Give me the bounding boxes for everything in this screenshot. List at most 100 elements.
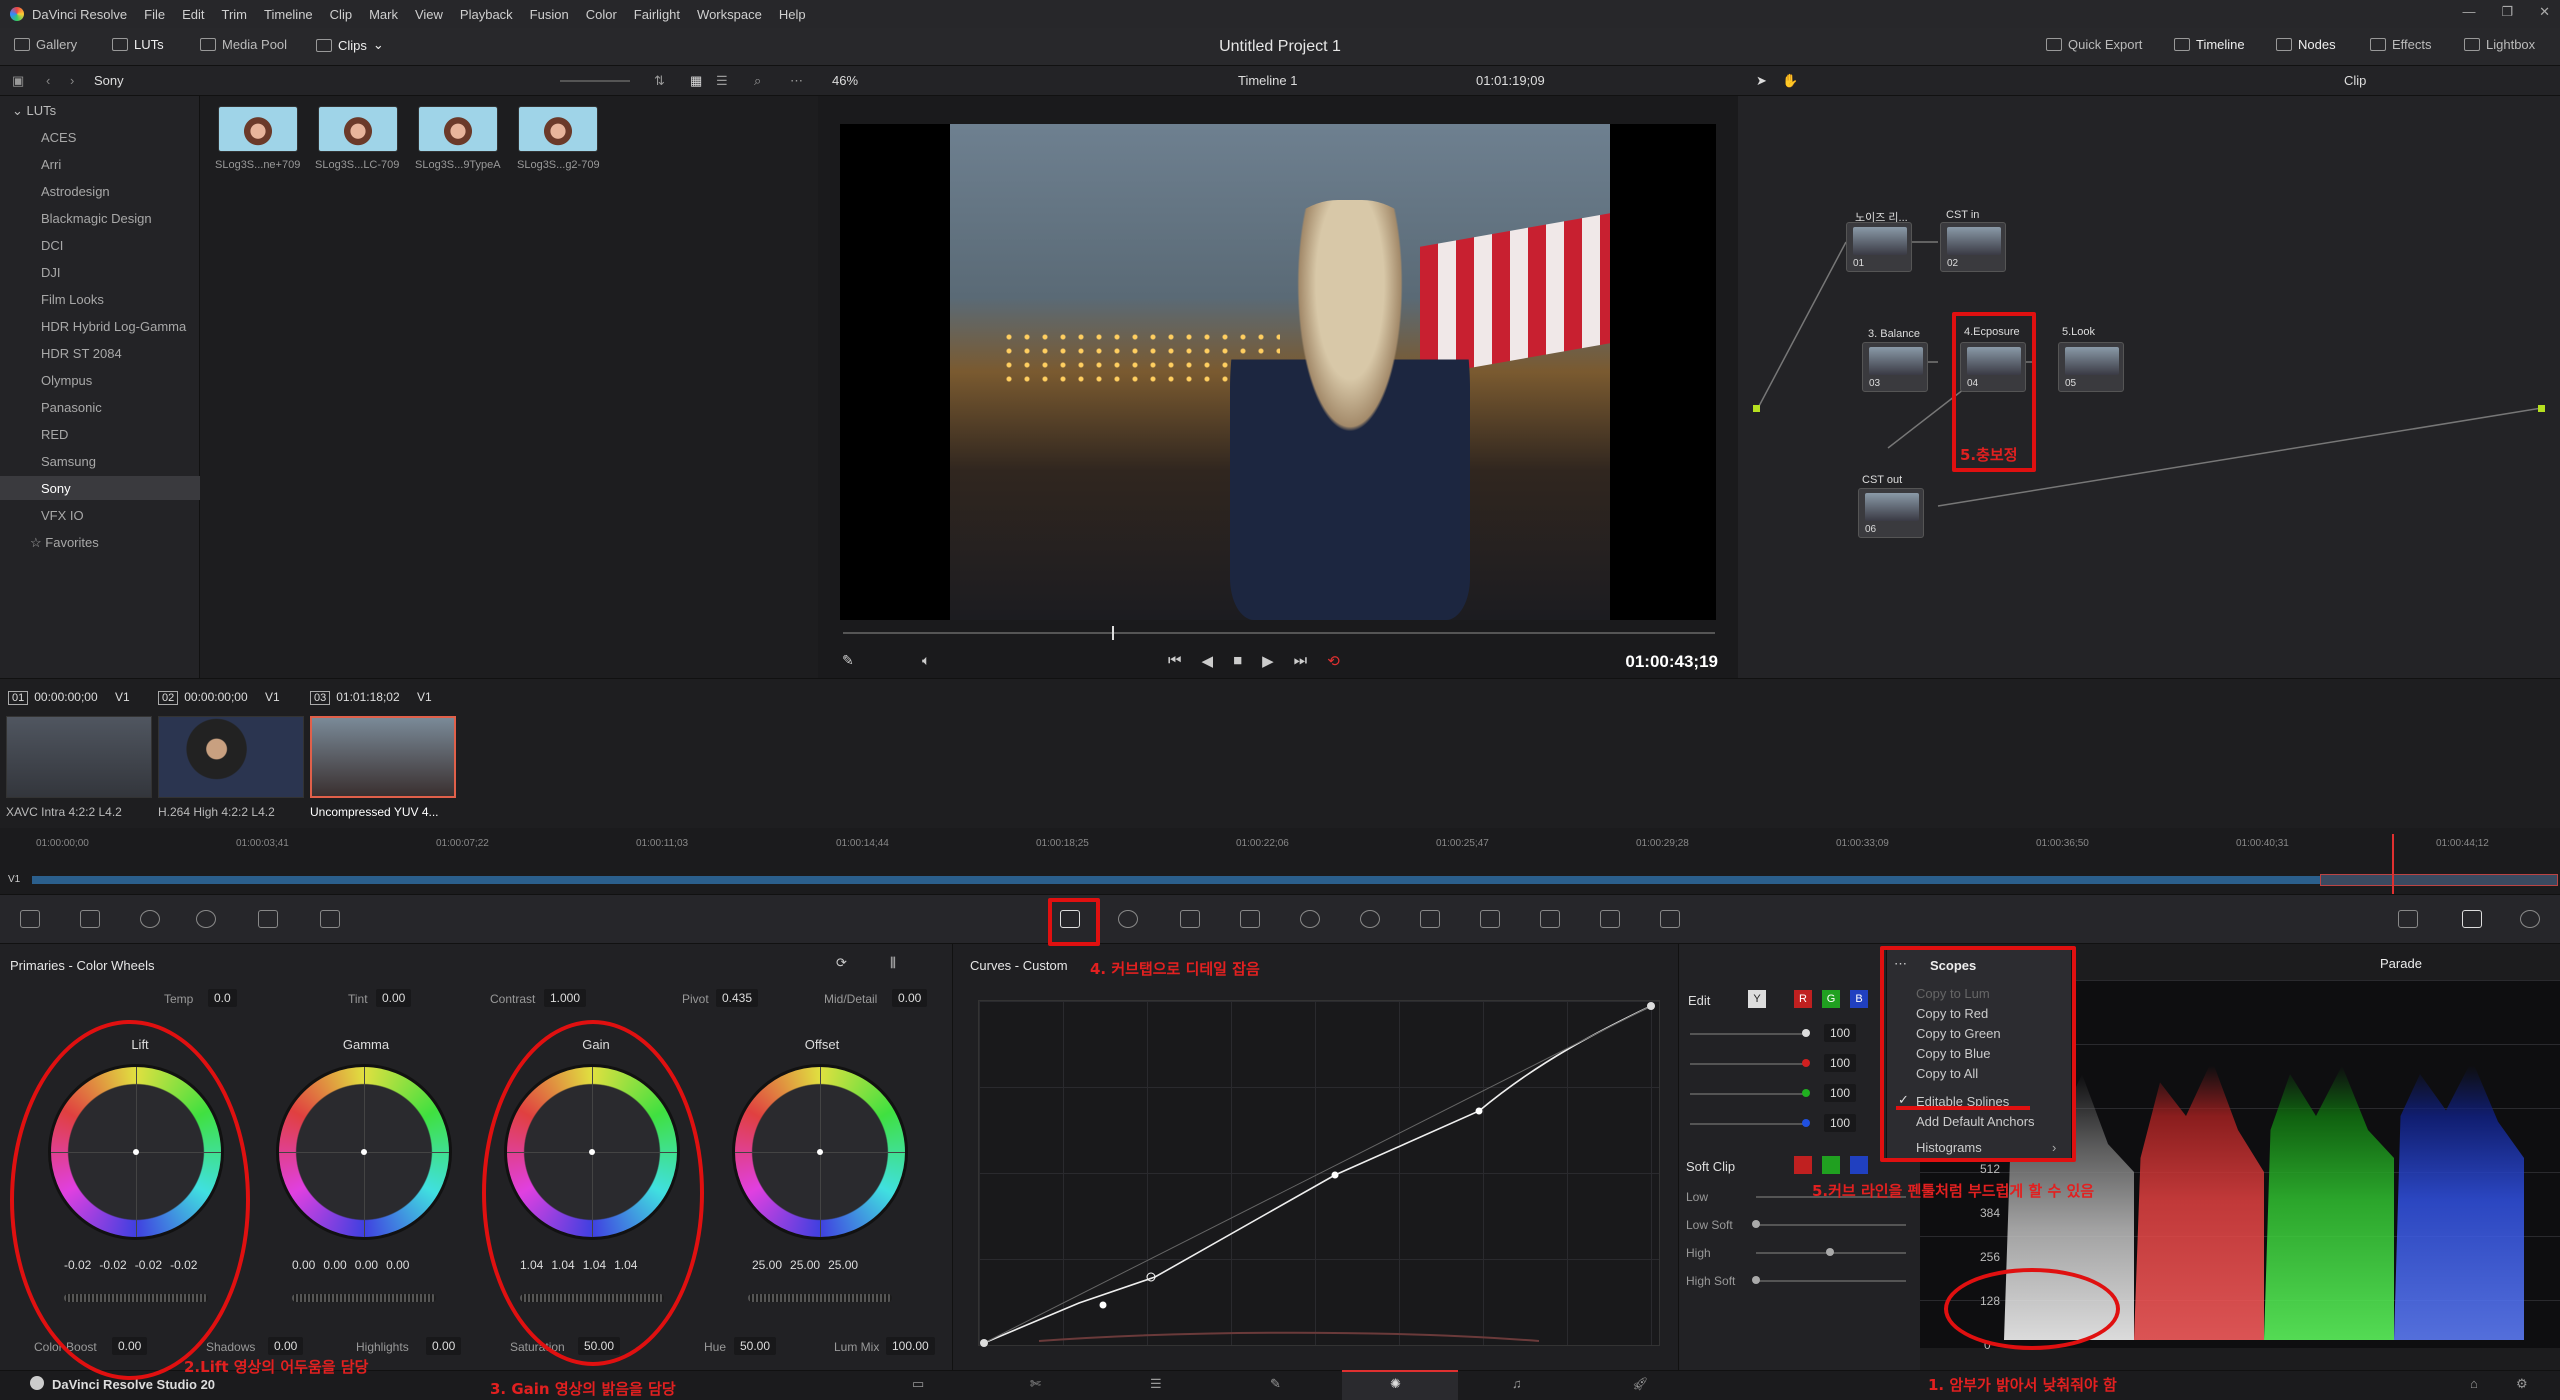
node-01[interactable]: 01 [1846,222,1912,272]
hue-input[interactable]: 50.00 [734,1337,777,1355]
lut-folder-panasonic[interactable]: Panasonic [41,400,102,415]
low-soft-slider[interactable] [1756,1224,1906,1226]
menu-trim[interactable]: Trim [222,7,248,22]
menu-clip[interactable]: Clip [330,7,352,22]
forward-icon[interactable]: › [70,73,74,88]
edit-page-icon[interactable]: ☰ [1150,1376,1162,1392]
timeline-playhead[interactable] [2392,834,2394,894]
current-clip-segment[interactable] [2320,874,2558,886]
channel-g-toggle[interactable]: G [1822,990,1840,1008]
lut-folder-aces[interactable]: ACES [41,130,76,145]
keyframes-icon[interactable] [1660,910,1680,928]
stop-icon[interactable]: ■ [1233,652,1242,670]
sort-icon[interactable]: ⇅ [654,73,665,89]
mid-detail-input[interactable]: 0.00 [892,989,928,1007]
motion-effects-icon[interactable] [258,910,278,928]
close-icon[interactable]: ✕ [2539,4,2550,20]
node-02[interactable]: 02 [1940,222,2006,272]
lut-folder-film-looks[interactable]: Film Looks [41,292,104,307]
channel-b-toggle[interactable]: B [1850,990,1868,1008]
loop-icon[interactable]: ⟲ [1327,652,1340,670]
clip-thumbnail[interactable] [158,716,304,798]
lut-folder-vfx-io[interactable]: VFX IO [41,508,84,523]
menu-file[interactable]: File [144,7,165,22]
list-view-icon[interactable]: ☰ [716,73,728,89]
intensity-slider-r[interactable] [1690,1063,1806,1065]
camera-raw-icon[interactable] [20,910,40,928]
lut-folder-astrodesign[interactable]: Astrodesign [41,184,110,199]
intensity-slider-y[interactable] [1690,1033,1806,1035]
gamma-wheel-handle[interactable] [361,1149,367,1155]
intensity-slider-g[interactable] [1690,1093,1806,1095]
volume-icon[interactable]: 🔈︎ [922,652,930,669]
lut-root[interactable]: ⌄ LUTs [12,103,56,119]
node-05[interactable]: 05 [2058,342,2124,392]
gamma-master-wheel[interactable] [292,1294,436,1302]
intensity-y-value[interactable]: 100 [1824,1024,1857,1042]
fairlight-page-icon[interactable]: ♫ [1512,1376,1522,1391]
maximize-icon[interactable]: ❐ [2501,4,2513,20]
menu-help[interactable]: Help [779,7,806,22]
menu-view[interactable]: View [415,7,443,22]
lut-folder-hdr-st2084[interactable]: HDR ST 2084 [41,346,122,361]
lut-folder-dci[interactable]: DCI [41,238,63,253]
grid-view-icon[interactable]: ▦ [690,73,702,89]
offset-wheel-handle[interactable] [817,1149,823,1155]
3d-icon[interactable] [1600,910,1620,928]
settings-icon[interactable]: ⚙ [2516,1376,2528,1392]
magic-mask-icon[interactable] [1360,910,1380,928]
intensity-g-value[interactable]: 100 [1824,1084,1857,1102]
lum-mix-input[interactable]: 100.00 [886,1337,935,1355]
lut-favorites[interactable]: ☆ Favorites [30,535,99,551]
timeline-dropdown[interactable]: Timeline 1 [1238,73,1297,88]
lut-folder-hlg[interactable]: HDR Hybrid Log-Gamma [41,319,186,334]
lut-folder-olympus[interactable]: Olympus [41,373,92,388]
bars-icon[interactable]: ⫼ [890,955,896,971]
node-06[interactable]: 06 [1858,488,1924,538]
slider-handle[interactable] [1752,1276,1760,1284]
rgb-mixer-icon[interactable] [196,910,216,928]
offset-master-wheel[interactable] [748,1294,892,1302]
clip-thumbnail-selected[interactable] [310,716,456,798]
color-wheels-icon[interactable] [140,910,160,928]
slider-handle[interactable] [1802,1059,1810,1067]
lut-folder-sony[interactable]: Sony [41,481,71,496]
viewer-scrub-head[interactable] [1112,626,1114,640]
zoom-dropdown[interactable]: 46% [832,73,858,88]
hdr-icon[interactable] [320,910,340,928]
channel-r-toggle[interactable]: R [1794,990,1812,1008]
intensity-r-value[interactable]: 100 [1824,1054,1857,1072]
key-icon[interactable] [1480,910,1500,928]
clip-mode-dropdown[interactable]: Clip [2344,73,2366,88]
hand-tool-icon[interactable]: ✋ [1782,73,1798,89]
qualifier-icon[interactable] [1180,910,1200,928]
menu-edit[interactable]: Edit [182,7,204,22]
lut-folder-red[interactable]: RED [41,427,68,442]
highlights-input[interactable]: 0.00 [426,1337,462,1355]
tracker-icon[interactable] [1300,910,1320,928]
info-icon[interactable] [2520,910,2540,928]
slider-handle[interactable] [1826,1248,1834,1256]
pointer-tool-icon[interactable]: ➤ [1756,73,1767,89]
lut-folder-arri[interactable]: Arri [41,157,61,172]
cut-page-icon[interactable]: ✄ [1030,1376,1041,1392]
node-03[interactable]: 03 [1862,342,1928,392]
more-options-icon[interactable]: ⋯ [790,73,803,89]
soft-clip-r-toggle[interactable] [1794,1156,1812,1174]
fusion-page-icon[interactable]: ✎ [1270,1376,1281,1392]
color-match-icon[interactable] [80,910,100,928]
deliver-page-icon[interactable]: 🚀︎ [1632,1376,1649,1392]
sidebar-toggle-icon[interactable]: ▣ [12,73,24,89]
intensity-slider-b[interactable] [1690,1123,1806,1125]
scope-mode-dropdown[interactable]: Parade [2380,956,2422,971]
menu-fusion[interactable]: Fusion [530,7,569,22]
lut-thumbnail[interactable] [418,106,498,152]
eyedropper-icon[interactable]: ✎ [842,652,854,669]
reset-icon[interactable]: ⟳ [836,955,847,971]
curve-graph[interactable] [978,1000,1660,1347]
scopes-toggle-icon[interactable] [2462,910,2482,928]
slider-handle[interactable] [1802,1119,1810,1127]
menu-color[interactable]: Color [586,7,617,22]
timeline-track[interactable] [32,876,2558,884]
go-to-start-icon[interactable]: ⏮︎ [1168,652,1182,670]
